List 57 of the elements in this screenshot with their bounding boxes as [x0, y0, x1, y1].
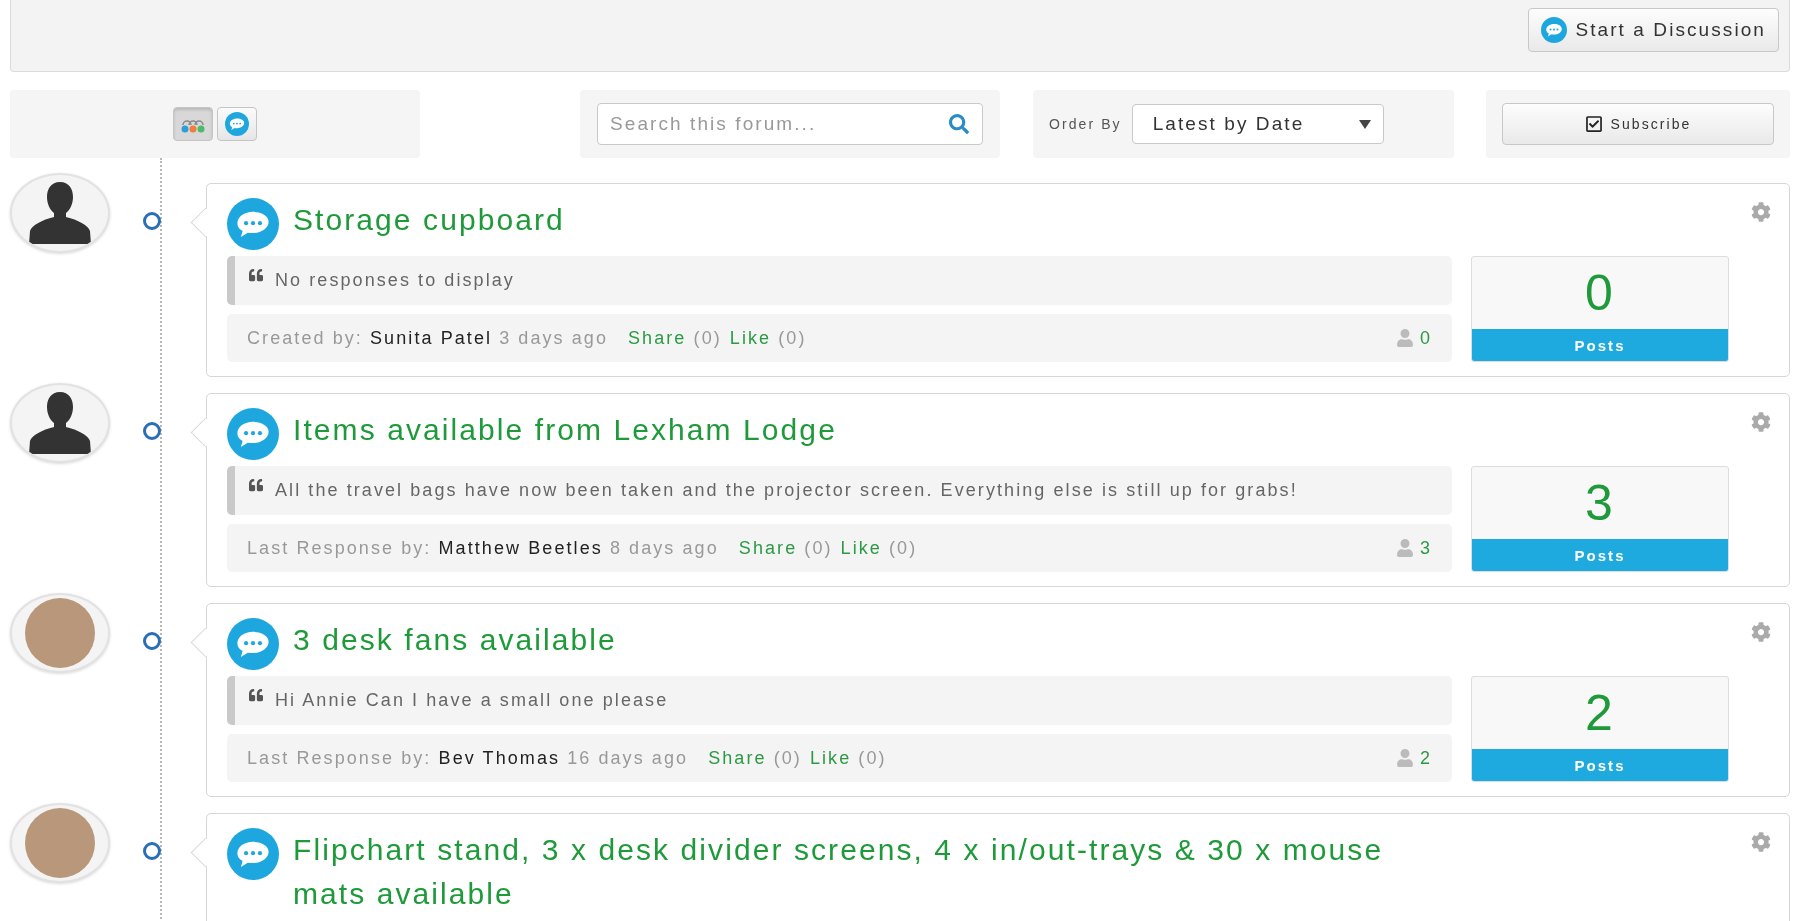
like-link[interactable]: Like (0)	[809, 747, 887, 769]
like-link[interactable]: Like (0)	[840, 537, 918, 559]
excerpt-text: No responses to display	[275, 270, 515, 291]
speech-bubble-icon	[227, 408, 279, 460]
order-dropdown[interactable]: Latest by Date	[1131, 104, 1384, 144]
posts-count: 2	[1584, 684, 1616, 743]
share-link[interactable]: Share (0)	[628, 327, 722, 349]
settings-icon[interactable]	[1751, 202, 1771, 222]
share-link[interactable]: Share (0)	[738, 537, 833, 559]
settings-icon[interactable]	[1751, 832, 1771, 852]
quote-icon	[249, 478, 263, 492]
quote-icon	[249, 688, 263, 702]
search-icon[interactable]	[949, 114, 969, 134]
timeline-dot	[143, 632, 161, 650]
search-field[interactable]: Search this forum...	[597, 103, 983, 145]
caret-icon	[1358, 119, 1371, 129]
quote-icon	[249, 268, 263, 282]
timeline-dot	[143, 422, 161, 440]
discussion-title[interactable]: Storage cupboard	[293, 198, 565, 242]
author-info: Last Response by: Matthew Beetles 8 days ago	[247, 537, 719, 559]
discussion-title[interactable]: Items available from Lexham Lodge	[293, 408, 837, 452]
participant-count: 2	[1419, 747, 1432, 769]
author-info: Last Response by: Bev Thomas 16 days ago	[247, 747, 689, 769]
posts-label: Posts	[1472, 539, 1728, 571]
user-icon	[1395, 749, 1414, 767]
view-toggle[interactable]	[217, 107, 257, 141]
excerpt-text: Hi Annie Can I have a small one please	[275, 690, 669, 711]
posts-label: Posts	[1472, 329, 1728, 361]
participant-count: 3	[1419, 537, 1432, 559]
subscribe-button[interactable]: Subscribe	[1502, 103, 1774, 145]
speech-bubble-icon	[225, 112, 249, 136]
start-discussion-button[interactable]: Start a Discussion	[1528, 8, 1779, 52]
checkbox-icon	[1584, 115, 1603, 133]
discussion-title[interactable]: 3 desk fans available	[293, 618, 617, 662]
settings-icon[interactable]	[1751, 412, 1771, 432]
settings-icon[interactable]	[1751, 622, 1771, 642]
photo-placeholder	[25, 808, 95, 878]
posts-count: 3	[1584, 474, 1616, 533]
excerpt-text: All the travel bags have now been taken and the projector screen. Everything else is still up for grabs!	[275, 480, 1298, 501]
participant-count: 0	[1419, 327, 1432, 349]
view-toggle[interactable]	[173, 107, 213, 141]
discussion-title[interactable]: Flipchart stand, 3 x desk divider screens, 4 x in/out-trays & 30 x mouse mats available	[293, 828, 1423, 916]
order-by-label: Order By	[1049, 116, 1122, 132]
posts-label: Posts	[1472, 749, 1728, 781]
timeline-dot	[143, 842, 161, 860]
speech-bubble-icon	[227, 828, 279, 880]
author-info: Created by: Sunita Patel 3 days ago	[247, 327, 609, 349]
speech-bubble-icon	[1541, 17, 1568, 43]
speech-bubble-icon	[227, 198, 279, 250]
user-icon	[1395, 539, 1414, 557]
speech-bubble-icon	[227, 618, 279, 670]
timeline-dot	[143, 212, 161, 230]
share-link[interactable]: Share (0)	[708, 747, 802, 769]
like-link[interactable]: Like (0)	[729, 327, 807, 349]
user-icon	[1395, 329, 1414, 347]
posts-count: 0	[1584, 264, 1616, 323]
photo-placeholder	[25, 598, 95, 668]
